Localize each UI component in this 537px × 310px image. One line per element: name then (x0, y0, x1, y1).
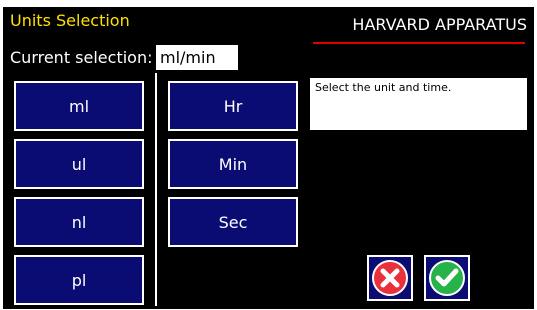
instruction-message: Select the unit and time. (310, 78, 527, 130)
time-min-button[interactable]: Min (168, 139, 298, 189)
unit-ul-button[interactable]: ul (14, 139, 144, 189)
current-selection-value: ml/min (156, 45, 238, 70)
unit-nl-button[interactable]: nl (14, 197, 144, 247)
time-hr-button[interactable]: Hr (168, 81, 298, 131)
screen: Units Selection HARVARD APPARATUS Curren… (0, 0, 537, 310)
unit-pl-button[interactable]: pl (14, 255, 144, 305)
brand-name: HARVARD APPARATUS (352, 15, 527, 34)
column-divider (155, 73, 157, 306)
time-sec-button[interactable]: Sec (168, 197, 298, 247)
check-icon (429, 260, 465, 296)
cancel-x-icon (372, 260, 408, 296)
page-title: Units Selection (10, 11, 130, 30)
unit-ml-button[interactable]: ml (14, 81, 144, 131)
current-selection-label: Current selection: (10, 48, 153, 67)
cancel-button[interactable] (367, 255, 413, 301)
brand-underline (313, 42, 525, 44)
confirm-button[interactable] (424, 255, 470, 301)
